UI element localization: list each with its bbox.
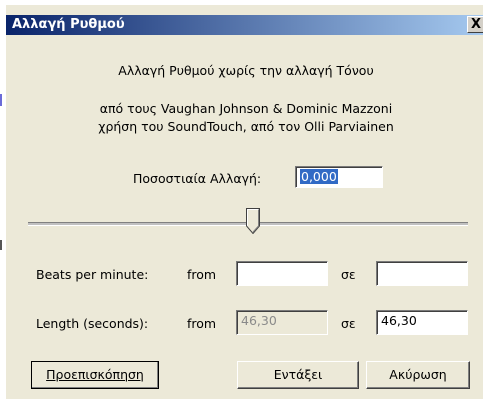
bpm-label: Beats per minute: <box>36 267 149 282</box>
preview-button[interactable]: Προεπισκόπηση <box>31 361 159 389</box>
length-from-input: 46,30 <box>236 310 328 335</box>
header-authors: από τους Vaughan Johnson & Dominic Mazzo… <box>99 101 393 116</box>
cancel-button-label: Ακύρωση <box>389 367 447 382</box>
bpm-to-input[interactable] <box>376 261 468 286</box>
header-credits: χρήση του SoundTouch, από τον Olli Parvi… <box>98 119 394 134</box>
preview-button-label: Προεπισκόπηση <box>46 367 144 382</box>
ok-button[interactable]: Εντάξει <box>237 361 359 389</box>
percent-change-input[interactable]: 0,000 <box>295 166 383 188</box>
screen: Αλλαγή Ρυθμού X Αλλαγή Ρυθμού χωρίς την … <box>0 0 483 399</box>
cancel-button[interactable]: Ακύρωση <box>366 361 470 389</box>
bpm-to-label: σε <box>341 267 356 282</box>
bpm-from-input[interactable] <box>236 261 328 286</box>
percent-change-label: Ποσοστιαία Αλλαγή: <box>133 171 262 186</box>
dialog-title: Αλλαγή Ρυθμού <box>12 17 125 32</box>
length-from-value: 46,30 <box>241 313 277 328</box>
length-to-label: σε <box>341 316 356 331</box>
length-label: Length (seconds): <box>36 316 149 331</box>
percent-change-value: 0,000 <box>300 169 338 184</box>
ok-button-label: Εντάξει <box>273 367 323 382</box>
length-from-label: from <box>187 316 217 331</box>
background-mark <box>0 240 2 250</box>
slider-thumb[interactable] <box>246 208 260 234</box>
bpm-from-label: from <box>187 267 217 282</box>
header-title: Αλλαγή Ρυθμού χωρίς την αλλαγή Τόνου <box>118 63 374 78</box>
length-to-input[interactable]: 46,30 <box>376 310 468 335</box>
title-bar[interactable]: Αλλαγή Ρυθμού X <box>6 15 483 35</box>
change-tempo-dialog: Αλλαγή Ρυθμού X Αλλαγή Ρυθμού χωρίς την … <box>6 5 483 399</box>
background-mark <box>0 94 2 106</box>
close-button[interactable]: X <box>467 16 483 33</box>
length-to-value: 46,30 <box>381 313 417 328</box>
